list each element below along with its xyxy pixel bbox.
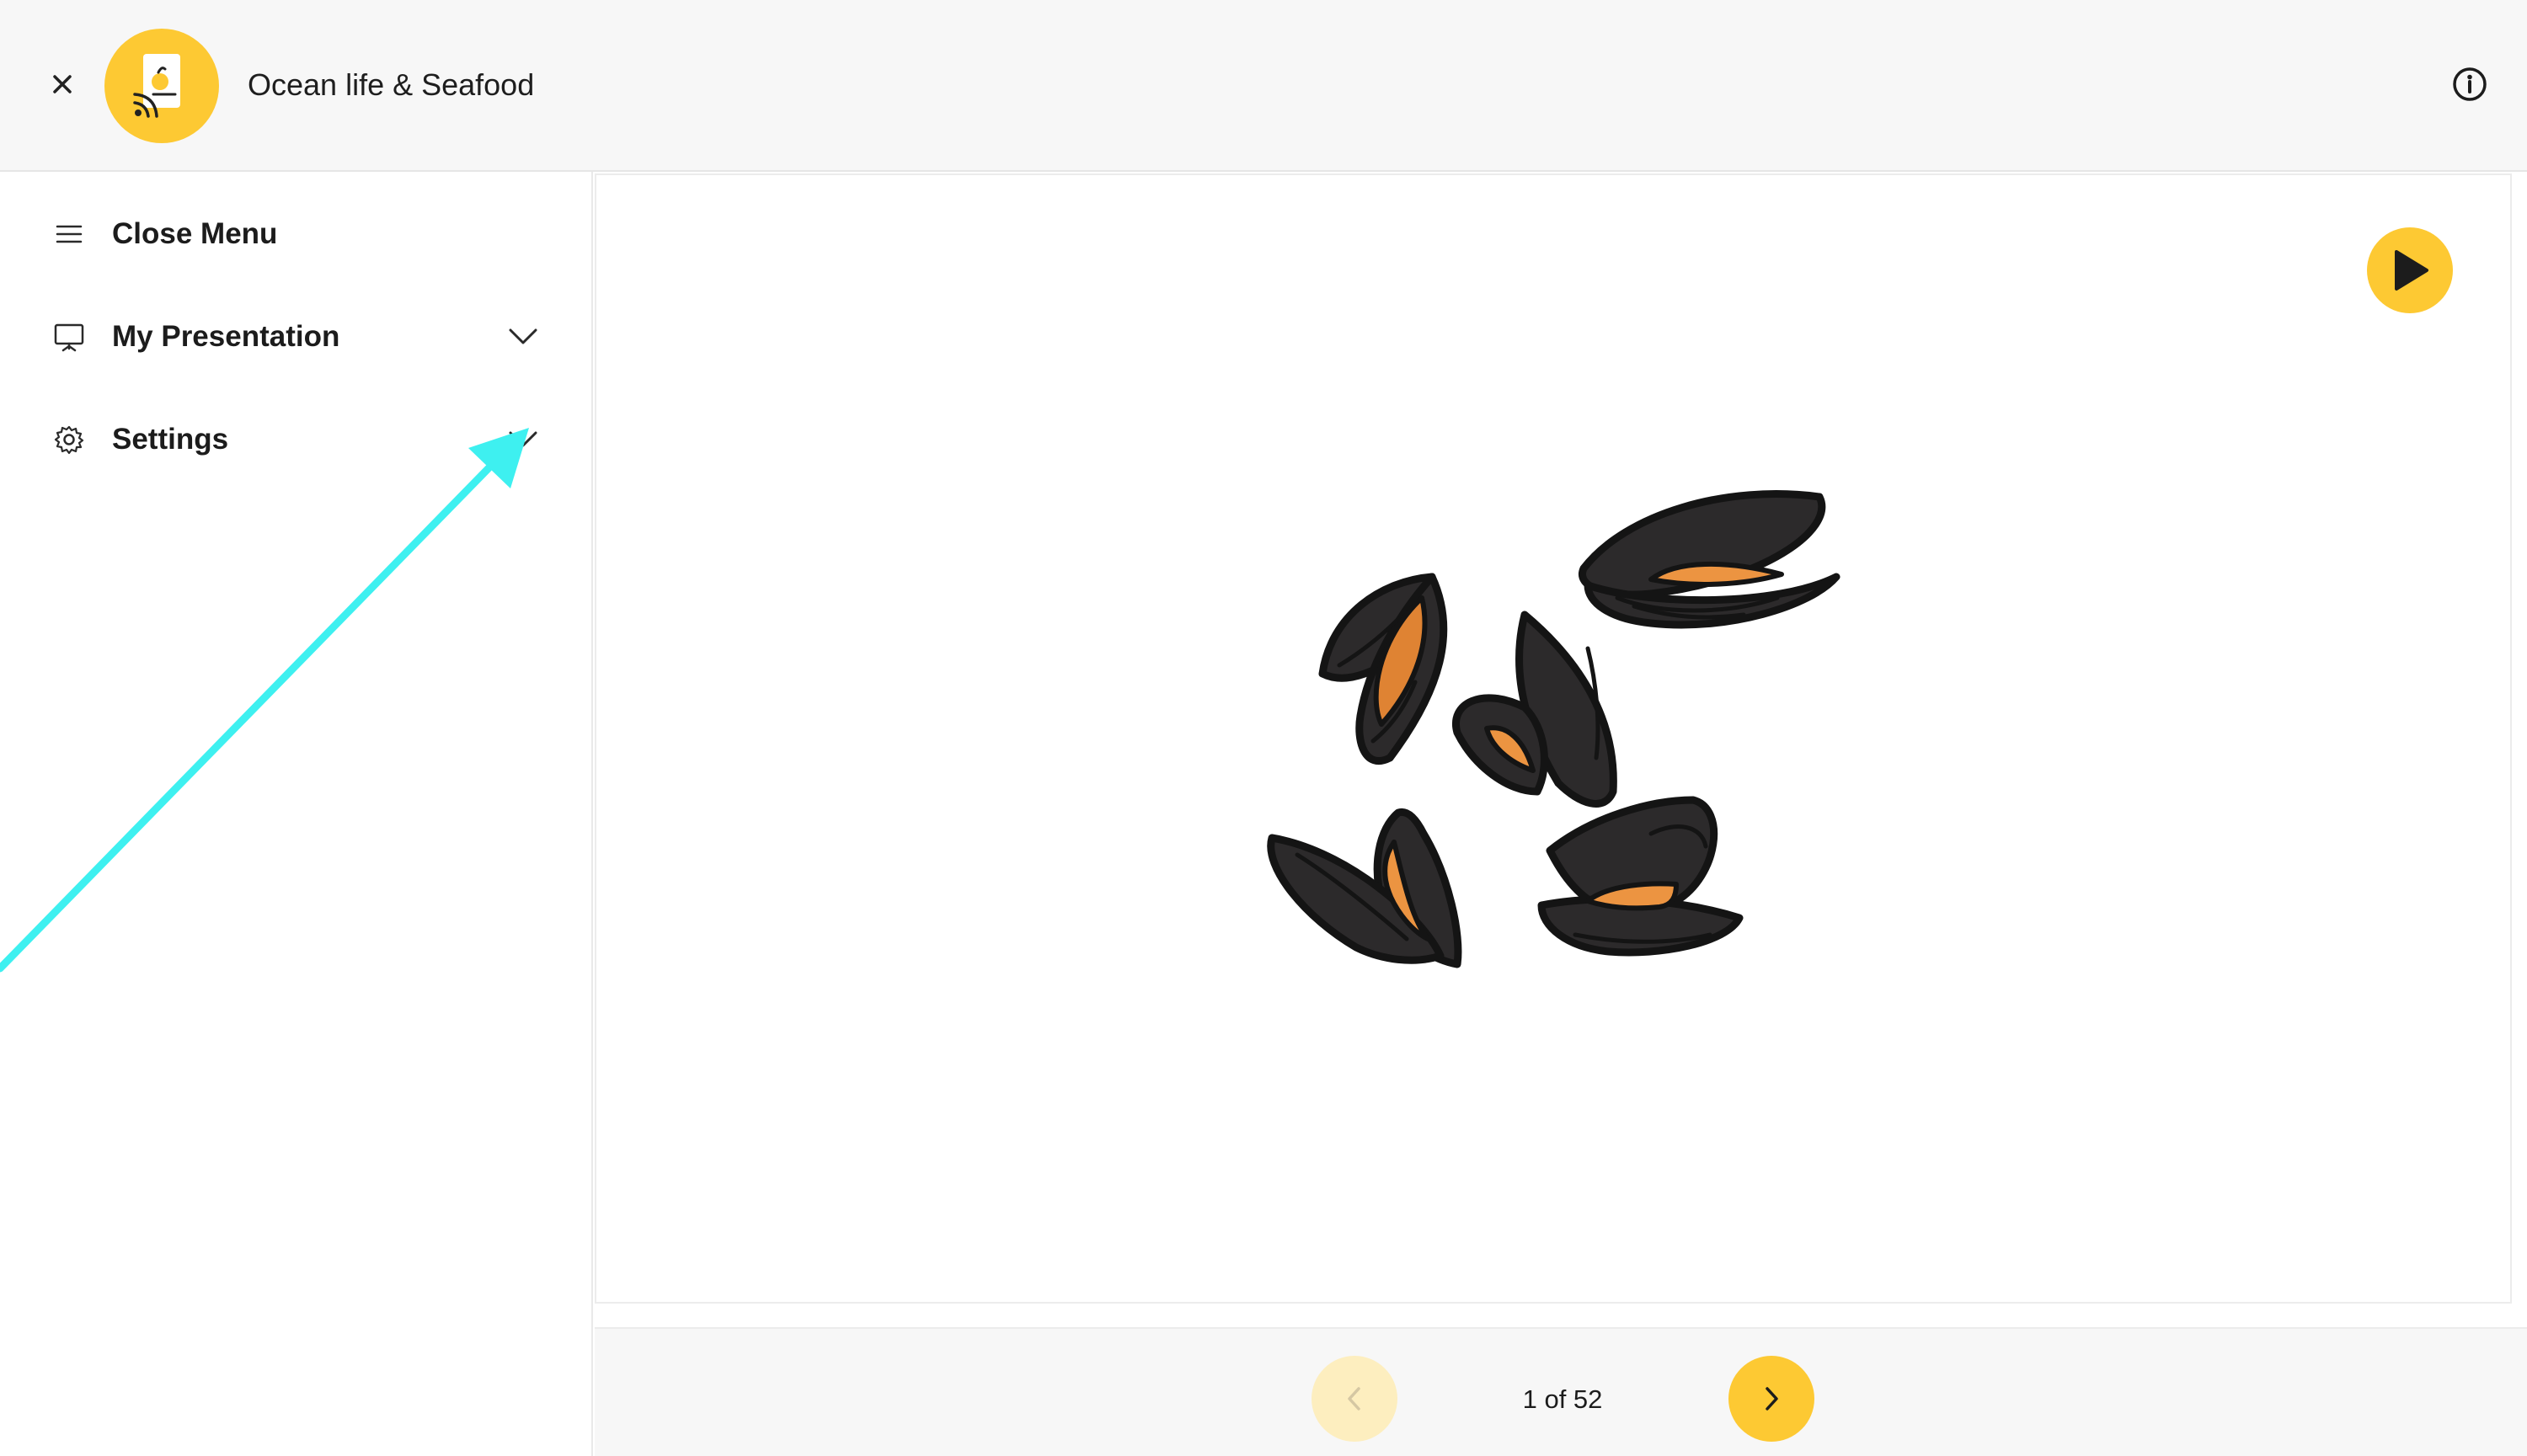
info-icon[interactable] [2451,66,2488,103]
mussels-illustration [1255,480,1845,994]
next-slide-button[interactable] [1728,1356,1814,1442]
sidebar-item-settings[interactable]: Settings [0,399,590,480]
sidebar-item-label: Settings [112,423,229,456]
settings-chevron-down-icon[interactable] [505,424,541,455]
chevron-right-icon [1766,1387,1778,1411]
gear-icon [52,423,86,456]
chevron-down-icon[interactable] [505,322,541,352]
sidebar-item-label: My Presentation [112,320,340,353]
play-button[interactable] [2367,227,2453,313]
chevron-left-icon [1348,1387,1360,1411]
presentation-title: Ocean life & Seafood [248,67,535,102]
sidebar-item-label: Close Menu [112,217,278,250]
presentation-screen-icon [52,320,86,354]
sidebar-item-close-menu[interactable]: Close Menu [0,194,590,275]
close-icon[interactable] [47,69,77,99]
sidebar-item-my-presentation[interactable]: My Presentation [0,296,590,377]
previous-slide-button[interactable] [1312,1356,1397,1442]
page-indicator: 1 of 52 [1522,1384,1603,1414]
play-icon [2395,250,2428,291]
app-logo-icon [104,29,219,143]
sidebar-menu: Close Menu My Presentation Settings [0,172,593,1456]
app-header: Ocean life & Seafood [0,0,2527,172]
hamburger-menu-icon [52,217,86,251]
